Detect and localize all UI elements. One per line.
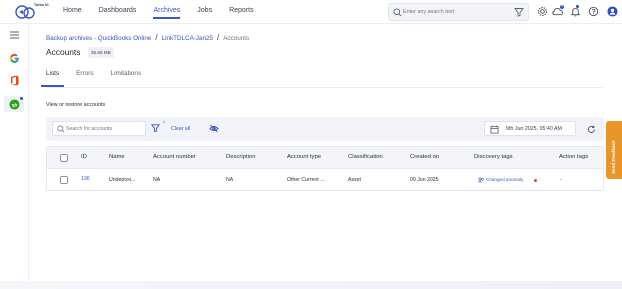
global-search-input[interactable] bbox=[403, 6, 503, 18]
anomaly-status-dot bbox=[534, 179, 537, 182]
global-search bbox=[388, 3, 529, 21]
sidebar-item-google[interactable] bbox=[4, 50, 24, 66]
cell-name: Undeposi... bbox=[109, 177, 136, 183]
column-header-account-type[interactable]: Account type bbox=[287, 154, 321, 160]
clear-all-link[interactable]: Clear all bbox=[171, 126, 190, 132]
size-badge: 36.85 MB bbox=[88, 47, 114, 58]
breadcrumb: Backup archives - QuickBooks Online / Link… bbox=[46, 33, 249, 42]
accounts-table: ID Name Account number Description Accou… bbox=[46, 146, 604, 191]
top-navigation-bar: Turbo UI Home Dashboards Archives Jobs R… bbox=[0, 0, 622, 24]
nav-archives[interactable]: Archives bbox=[153, 7, 180, 19]
row-checkbox[interactable] bbox=[60, 176, 68, 184]
tab-bar: Lists Errors Limitations bbox=[40, 70, 158, 87]
filter-count: 1 bbox=[163, 120, 165, 124]
cell-description: NA bbox=[226, 177, 234, 183]
hide-columns-eye-off-icon[interactable] bbox=[209, 124, 219, 133]
accounts-toolbar: 1 Clear all 9th Jun 2025, 05:40 AM bbox=[46, 117, 604, 141]
breadcrumb-archive[interactable]: LinkTDLCA-Jan25 bbox=[162, 35, 213, 42]
tabs-divider bbox=[46, 87, 604, 88]
breadcrumb-root[interactable]: Backup archives - QuickBooks Online bbox=[46, 35, 151, 42]
account-search-input[interactable] bbox=[66, 123, 144, 134]
cell-classification: Asset bbox=[348, 177, 361, 183]
cell-account-type: Other Current ... bbox=[287, 177, 325, 183]
filter-icon[interactable] bbox=[514, 7, 524, 17]
table-header: ID Name Account number Description Accou… bbox=[47, 147, 603, 169]
column-header-discovery-tags[interactable]: Discovery tags bbox=[474, 154, 513, 160]
select-all-checkbox[interactable] bbox=[60, 154, 68, 162]
nav-reports[interactable]: Reports bbox=[229, 7, 254, 14]
nav-jobs[interactable]: Jobs bbox=[197, 7, 212, 14]
microsoft-office-icon bbox=[10, 75, 18, 85]
cell-account-number: NA bbox=[153, 177, 161, 183]
column-header-id[interactable]: ID bbox=[81, 154, 87, 160]
tab-limitations[interactable]: Limitations bbox=[111, 70, 142, 77]
anomaly-tag-icon bbox=[478, 177, 484, 183]
nav-home[interactable]: Home bbox=[63, 7, 82, 14]
breadcrumb-current: Accounts bbox=[223, 35, 250, 42]
cell-action-tags: - bbox=[560, 177, 562, 183]
discovery-tag[interactable]: Changed anomaly bbox=[486, 177, 523, 182]
menu-toggle[interactable] bbox=[4, 27, 24, 43]
sidebar-item-office[interactable] bbox=[4, 72, 24, 88]
column-header-description[interactable]: Description bbox=[226, 154, 255, 160]
quickbooks-icon: qb bbox=[8, 98, 20, 110]
notification-dot bbox=[576, 5, 579, 8]
page-footer-band bbox=[0, 281, 622, 289]
settings-gear-icon[interactable] bbox=[537, 6, 548, 17]
cell-created-on: 09 Jun 2025 bbox=[410, 177, 439, 183]
section-title: View or restore accounts bbox=[46, 102, 106, 108]
filter-icon[interactable] bbox=[151, 123, 160, 133]
search-icon bbox=[393, 8, 402, 17]
sidebar-item-quickbooks[interactable]: qb bbox=[4, 96, 24, 112]
column-header-action-tags[interactable]: Action tags bbox=[559, 154, 588, 160]
nav-dashboards[interactable]: Dashboards bbox=[99, 7, 137, 14]
send-feedback-tab[interactable]: Send Feedback bbox=[606, 121, 622, 179]
column-header-classification[interactable]: Classification bbox=[348, 154, 383, 160]
date-picker[interactable]: 9th Jun 2025, 05:40 AM bbox=[484, 121, 576, 136]
app-logo-text: Turbo UI bbox=[34, 3, 49, 7]
left-sidebar: qb bbox=[0, 24, 29, 289]
cloud-badge: N bbox=[560, 5, 564, 9]
breadcrumb-separator: / bbox=[155, 33, 158, 42]
hamburger-menu-icon bbox=[9, 31, 19, 39]
quickbooks-active-dot bbox=[20, 97, 23, 100]
main-nav: Home Dashboards Archives Jobs Reports bbox=[63, 7, 271, 19]
tab-lists[interactable]: Lists bbox=[40, 70, 65, 87]
cell-id[interactable]: 136 bbox=[81, 176, 90, 182]
help-icon[interactable] bbox=[588, 6, 599, 17]
column-header-name[interactable]: Name bbox=[109, 154, 125, 160]
refresh-button[interactable] bbox=[584, 122, 598, 136]
refresh-icon bbox=[587, 125, 595, 133]
page-title: Accounts bbox=[46, 47, 81, 57]
calendar-icon bbox=[490, 125, 499, 134]
tab-errors[interactable]: Errors bbox=[76, 70, 93, 77]
google-icon bbox=[9, 53, 19, 63]
search-icon bbox=[57, 125, 65, 133]
svg-text:qb: qb bbox=[11, 102, 17, 107]
user-avatar-icon[interactable] bbox=[607, 6, 618, 17]
account-search bbox=[52, 121, 146, 136]
send-feedback-label: Send Feedback bbox=[611, 140, 616, 174]
date-value: 9th Jun 2025, 05:40 AM bbox=[506, 126, 562, 132]
column-header-created-on[interactable]: Created on bbox=[410, 154, 439, 160]
notification-bell-icon[interactable] bbox=[570, 6, 581, 17]
breadcrumb-separator: / bbox=[217, 33, 220, 42]
column-header-account-number[interactable]: Account number bbox=[153, 154, 196, 160]
